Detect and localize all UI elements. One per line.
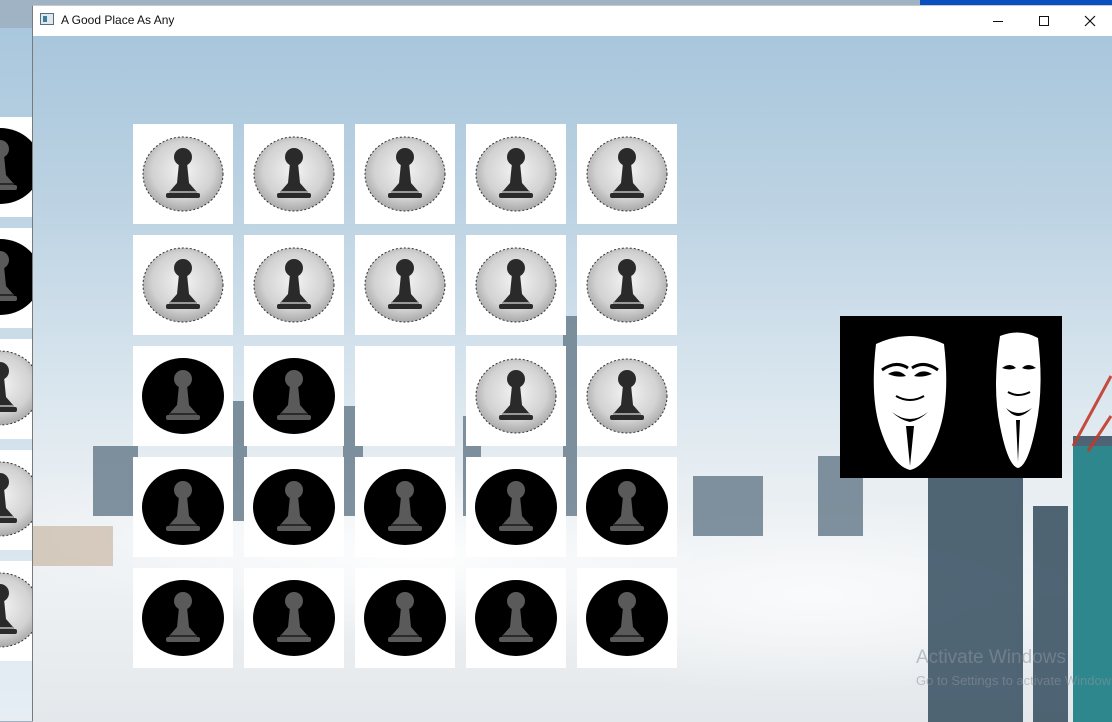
pawn-light-disc-icon [363,135,447,213]
guy-fawkes-masks-icon [873,332,1041,470]
pawn-light-disc-icon [585,246,669,324]
pawn-light-disc-icon [585,135,669,213]
board-cell[interactable] [355,235,455,335]
title-bar[interactable]: A Good Place As Any [33,6,1112,36]
pawn-light-disc-icon [474,246,558,324]
board-cell[interactable] [244,568,344,668]
pawn-dark-disc-icon [363,579,447,657]
board-cell[interactable] [133,457,233,557]
pawn-light-disc-icon [252,246,336,324]
pawn-light-disc-icon [141,246,225,324]
pawn-light-disc-icon [0,571,32,649]
board-cell[interactable] [466,124,566,224]
board-cell[interactable] [244,124,344,224]
close-button[interactable] [1067,6,1112,36]
board-cell[interactable] [466,457,566,557]
board-cell[interactable] [244,346,344,446]
pawn-light-disc-icon [474,357,558,435]
pawn-dark-disc-icon [474,468,558,546]
pawn-light-disc-icon [585,357,669,435]
background-cell [0,450,32,550]
pawn-dark-disc-icon [141,579,225,657]
pawn-dark-disc-icon [141,357,225,435]
board-cell[interactable] [133,235,233,335]
mask-image [840,316,1062,478]
pawn-dark-disc-icon [0,238,32,316]
background-window[interactable] [0,28,34,721]
close-icon [1084,15,1096,27]
pawn-light-disc-icon [363,246,447,324]
board-cell[interactable] [355,124,455,224]
board-cell[interactable] [244,457,344,557]
board-cell[interactable] [244,235,344,335]
board-cell[interactable] [577,346,677,446]
board-cell[interactable] [355,568,455,668]
pawn-dark-disc-icon [141,468,225,546]
background-cell [0,228,32,328]
pawn-dark-disc-icon [252,468,336,546]
board-cell[interactable] [577,457,677,557]
pawn-dark-disc-icon [585,579,669,657]
maximize-icon [1039,16,1049,26]
pawn-dark-disc-icon [0,127,32,205]
board-cell[interactable] [466,346,566,446]
background-cell [0,117,32,217]
pawn-dark-disc-icon [363,468,447,546]
minimize-icon [993,21,1003,22]
board-cell[interactable] [133,568,233,668]
pawn-light-disc-icon [252,135,336,213]
pawn-dark-disc-icon [252,579,336,657]
board-cell[interactable] [466,568,566,668]
app-window: A Good Place As Any Activate Windows Go … [32,5,1112,722]
activate-windows-subtitle: Go to Settings to activate Windows. [916,673,1112,688]
board-cell[interactable] [355,457,455,557]
board-cell[interactable] [466,235,566,335]
background-cell [0,339,32,439]
activate-windows-title: Activate Windows [916,647,1066,668]
pawn-dark-disc-icon [585,468,669,546]
background-cell [0,561,32,661]
board-cell[interactable] [577,568,677,668]
pawn-light-disc-icon [474,135,558,213]
game-area: Activate Windows Go to Settings to activ… [33,36,1112,722]
board-cell[interactable] [577,124,677,224]
board-cell[interactable] [133,124,233,224]
app-icon [40,13,54,25]
pawn-dark-disc-icon [252,357,336,435]
maximize-button[interactable] [1021,6,1067,36]
minimize-button[interactable] [975,6,1021,36]
pawn-light-disc-icon [141,135,225,213]
board-cell[interactable] [355,346,455,446]
board-cell[interactable] [133,346,233,446]
pawn-dark-disc-icon [474,579,558,657]
window-title: A Good Place As Any [61,13,175,27]
pawn-light-disc-icon [0,460,32,538]
pawn-light-disc-icon [0,349,32,427]
board-cell[interactable] [577,235,677,335]
